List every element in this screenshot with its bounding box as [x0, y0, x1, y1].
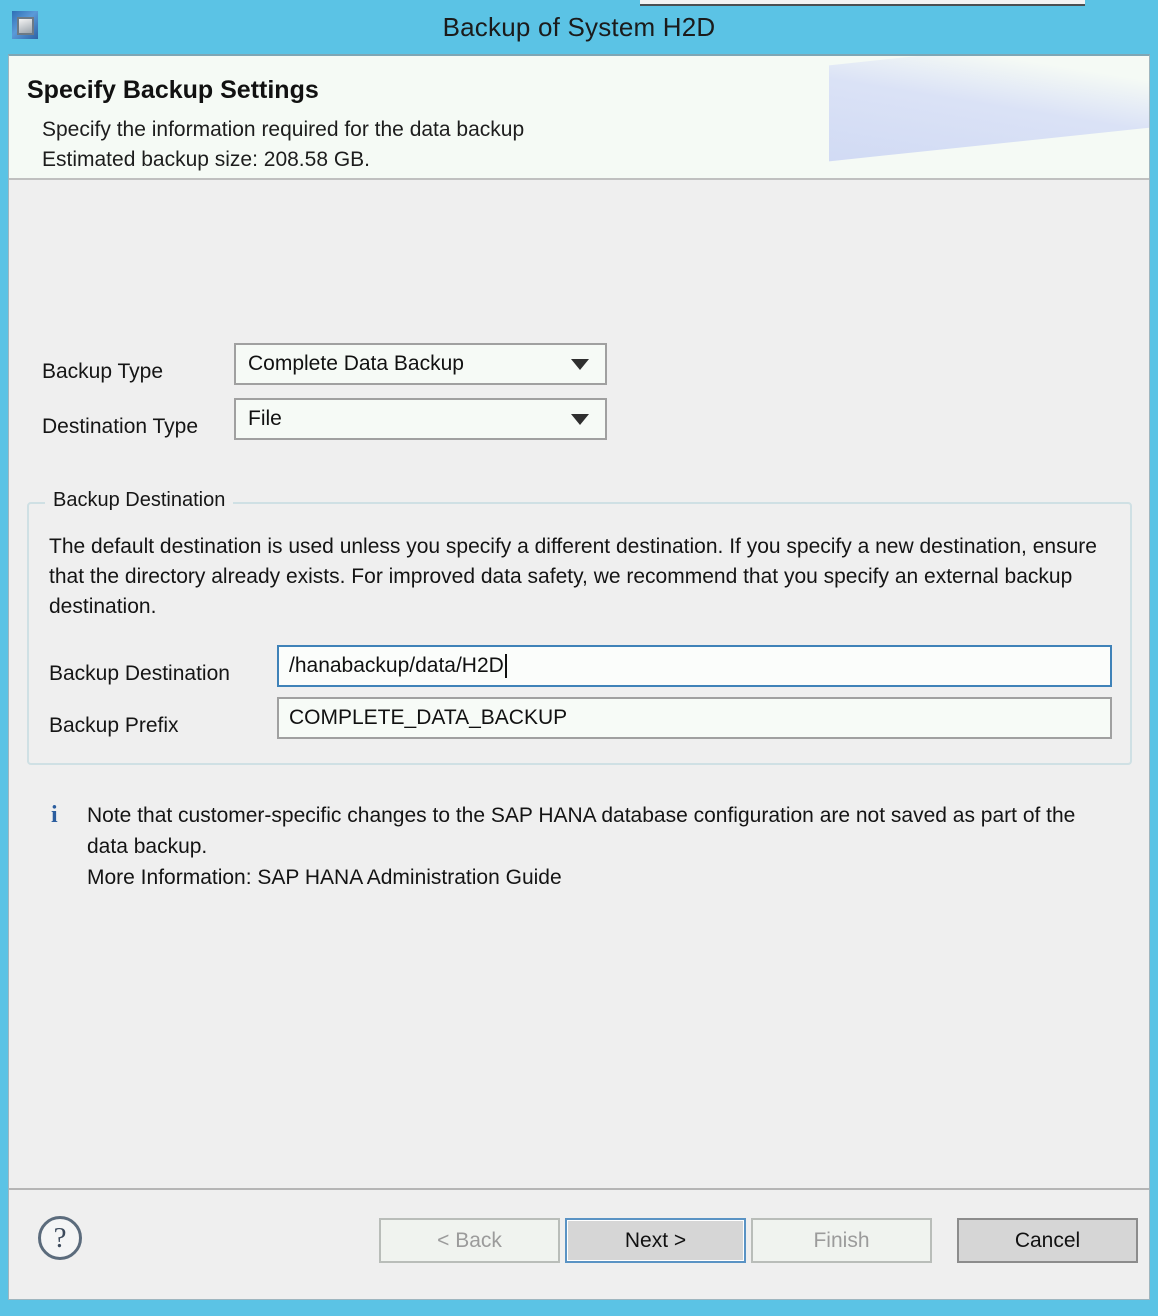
- destination-type-value: File: [248, 407, 282, 430]
- backup-destination-value: /hanabackup/data/H2D: [289, 654, 504, 677]
- wizard-footer: ? < Back Next > Finish Cancel: [9, 1190, 1149, 1298]
- chevron-down-icon: [571, 413, 589, 425]
- backup-prefix-input[interactable]: COMPLETE_DATA_BACKUP: [277, 697, 1112, 739]
- wizard-header: Specify Backup Settings Specify the info…: [9, 56, 1149, 180]
- backup-type-value: Complete Data Backup: [248, 352, 464, 375]
- info-icon: i: [51, 802, 58, 828]
- backup-type-label: Backup Type: [42, 360, 164, 383]
- backup-type-select[interactable]: Complete Data Backup: [234, 343, 607, 385]
- backup-prefix-value: COMPLETE_DATA_BACKUP: [289, 706, 568, 729]
- window-title: Backup of System H2D: [442, 12, 716, 42]
- backup-wizard-window: Backup of System H2D Specify Backup Sett…: [0, 0, 1158, 1316]
- finish-button[interactable]: Finish: [751, 1218, 932, 1263]
- backup-destination-description: The default destination is used unless y…: [49, 535, 1097, 618]
- page-title: Specify Backup Settings: [27, 76, 319, 104]
- next-button[interactable]: Next >: [565, 1218, 746, 1263]
- help-icon[interactable]: ?: [38, 1216, 82, 1260]
- destination-type-select[interactable]: File: [234, 398, 607, 440]
- back-button[interactable]: < Back: [379, 1218, 560, 1263]
- dialog-body: Specify Backup Settings Specify the info…: [8, 54, 1150, 1300]
- title-bar: Backup of System H2D: [0, 0, 1158, 54]
- wizard-content: Backup Type Complete Data Backup Destina…: [9, 180, 1149, 1190]
- backup-destination-label: Backup Destination: [49, 662, 230, 685]
- chevron-down-icon: [571, 358, 589, 370]
- backup-destination-group-legend: Backup Destination: [45, 489, 234, 512]
- text-caret: [504, 654, 507, 678]
- backup-destination-input[interactable]: /hanabackup/data/H2D: [277, 645, 1112, 687]
- estimated-backup-size: Estimated backup size: 208.58 GB.: [42, 148, 371, 171]
- destination-type-label: Destination Type: [42, 415, 199, 438]
- page-subtitle: Specify the information required for the…: [42, 118, 525, 141]
- backup-prefix-label: Backup Prefix: [49, 714, 179, 737]
- backup-destination-group: Backup Destination The default destinati…: [27, 489, 1132, 765]
- header-watermark: [829, 56, 1149, 162]
- info-note-text: Note that customer-specific changes to t…: [87, 804, 1076, 889]
- cancel-button[interactable]: Cancel: [957, 1218, 1138, 1263]
